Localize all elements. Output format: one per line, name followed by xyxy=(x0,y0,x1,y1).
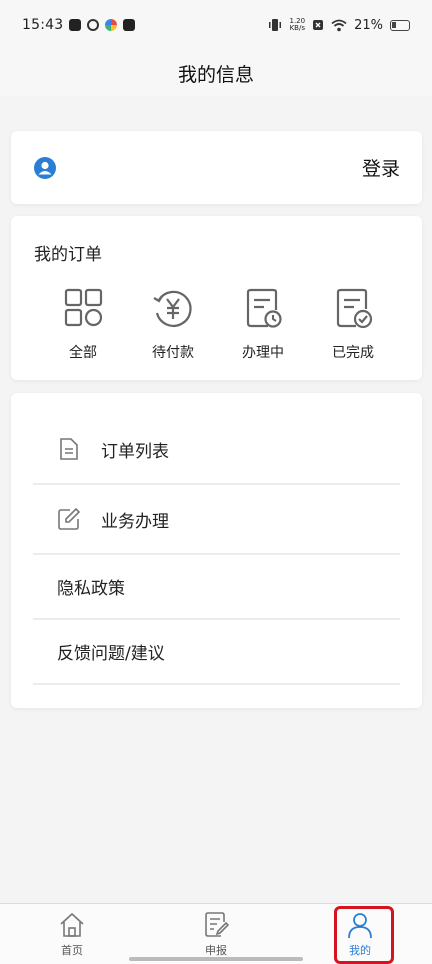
document-icon xyxy=(60,438,78,460)
menu-item-privacy-policy[interactable]: 隐私政策 xyxy=(33,555,400,620)
nav-item-mine[interactable]: 我的 xyxy=(288,904,432,964)
order-all-button[interactable]: 全部 xyxy=(38,286,128,362)
no-sim-icon xyxy=(313,20,324,30)
order-completed-button[interactable]: 已完成 xyxy=(308,286,398,362)
order-status-row: 全部 待付款 办理中 已完成 xyxy=(38,286,398,362)
order-all-label: 全部 xyxy=(69,345,97,361)
home-indicator xyxy=(129,957,303,961)
document-clock-icon xyxy=(246,288,282,328)
menu-card: 订单列表 业务办理 隐私政策 反馈问题/建议 xyxy=(11,393,422,708)
bottom-nav: 首页 申报 我的 xyxy=(0,903,432,964)
my-orders-title: 我的订单 xyxy=(34,245,102,265)
person-icon xyxy=(348,913,372,939)
colorful-app-notification-icon xyxy=(105,19,118,31)
nav-label: 首页 xyxy=(61,944,83,957)
nav-item-report[interactable]: 申报 xyxy=(144,904,288,964)
menu-item-label: 业务办理 xyxy=(101,511,169,532)
app-notification-icon xyxy=(87,19,100,31)
login-card[interactable]: 登录 xyxy=(11,131,422,204)
order-processing-label: 办理中 xyxy=(242,345,284,361)
yen-refresh-icon xyxy=(153,290,192,327)
order-completed-label: 已完成 xyxy=(332,345,374,361)
user-avatar-icon xyxy=(34,156,56,179)
grid-icon xyxy=(64,288,103,327)
tiktok-notification-icon xyxy=(69,19,82,31)
vibrate-icon xyxy=(268,19,281,31)
menu-item-label: 反馈问题/建议 xyxy=(57,644,165,664)
nav-label: 我的 xyxy=(349,944,371,957)
order-pending-payment-button[interactable]: 待付款 xyxy=(128,286,218,362)
page-title: 我的信息 xyxy=(177,63,254,86)
login-button[interactable]: 登录 xyxy=(362,154,400,181)
status-left: 15:43 xyxy=(22,17,136,33)
home-icon xyxy=(60,912,84,937)
menu-item-business[interactable]: 业务办理 xyxy=(33,485,400,555)
order-pending-payment-label: 待付款 xyxy=(152,345,194,361)
report-icon xyxy=(205,912,230,937)
menu-item-label: 隐私政策 xyxy=(57,579,125,599)
status-time: 15:43 xyxy=(22,17,64,33)
my-orders-card: 我的订单 全部 待付款 办理中 已完成 xyxy=(11,216,422,380)
page-header: 我的信息 xyxy=(0,50,432,96)
battery-percent: 21% xyxy=(354,17,383,33)
wifi-icon xyxy=(331,19,347,31)
document-check-icon xyxy=(336,288,373,329)
status-bar: 15:43 1.20 KB/s 21% xyxy=(0,0,432,50)
menu-item-order-list[interactable]: 订单列表 xyxy=(33,415,400,485)
edit-icon xyxy=(58,507,81,530)
menu-item-label: 订单列表 xyxy=(101,441,169,462)
nav-item-home[interactable]: 首页 xyxy=(0,904,144,964)
nav-label: 申报 xyxy=(205,944,227,957)
net-speed-unit: KB/s xyxy=(289,24,305,32)
net-speed: 1.20 KB/s xyxy=(290,18,306,32)
message-notification-icon xyxy=(123,19,136,31)
battery-icon xyxy=(390,19,410,31)
menu-item-feedback[interactable]: 反馈问题/建议 xyxy=(33,620,400,685)
status-right: 1.20 KB/s 21% xyxy=(267,17,410,33)
order-processing-button[interactable]: 办理中 xyxy=(218,286,308,362)
